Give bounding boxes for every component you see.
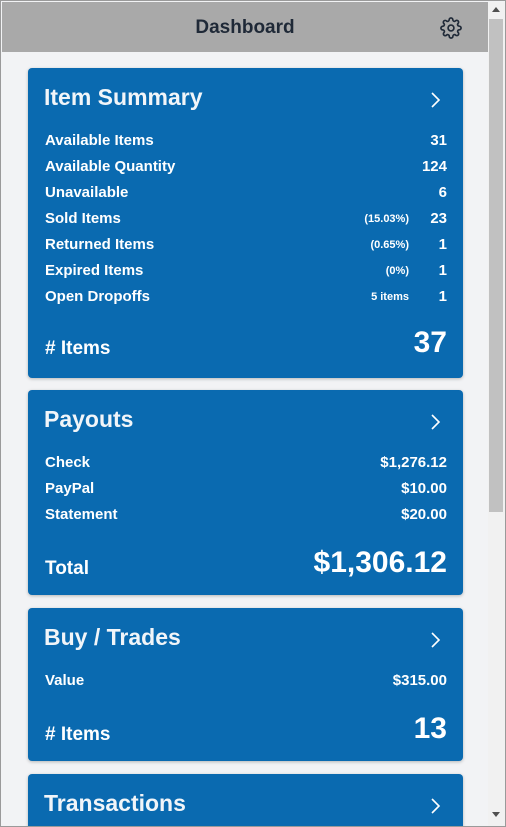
payouts-total: Total $1,306.12 (45, 544, 447, 580)
buy-trades-card[interactable]: Buy / Trades Value $315.00 # Items 13 (28, 608, 463, 761)
app-window: Dashboard Item Summary Available Items 3… (0, 0, 506, 827)
scroll-down-arrow-icon[interactable] (492, 812, 500, 817)
total-value: 13 (413, 712, 447, 745)
chevron-right-icon[interactable] (428, 412, 442, 432)
payouts-card[interactable]: Payouts Check $1,276.12 PayPal $10.00 St… (28, 390, 463, 595)
percentage-note: (15.03%) (364, 213, 409, 225)
item-summary-row: Open Dropoffs 5 items 1 (45, 288, 447, 305)
total-label: # Items (45, 724, 111, 745)
percentage-note: (0%) (385, 265, 409, 277)
transactions-title: Transactions (44, 790, 186, 816)
total-label: # Items (45, 338, 111, 359)
buy-trades-row: Value $315.00 (45, 672, 447, 689)
total-value: 37 (413, 326, 447, 359)
item-summary-row: Expired Items (0%) 1 (45, 262, 447, 279)
item-summary-card[interactable]: Item Summary Available Items 31 Availabl… (28, 68, 463, 378)
payout-row: PayPal $10.00 (45, 480, 447, 497)
payout-row: Statement $20.00 (45, 506, 447, 523)
percentage-note: (0.65%) (370, 239, 409, 251)
vertical-scrollbar[interactable] (488, 2, 505, 826)
scroll-up-arrow-icon[interactable] (492, 7, 500, 12)
payout-row: Check $1,276.12 (45, 454, 447, 471)
item-summary-row: Unavailable 6 (45, 184, 447, 201)
item-summary-title: Item Summary (44, 84, 203, 110)
dashboard-content: Item Summary Available Items 31 Availabl… (2, 52, 488, 826)
item-summary-row: Sold Items (15.03%) 23 (45, 210, 447, 227)
chevron-right-icon[interactable] (428, 796, 442, 816)
buy-trades-title: Buy / Trades (44, 624, 181, 650)
item-summary-row: Available Items 31 (45, 132, 447, 149)
total-value: $1,306.12 (313, 546, 447, 579)
gear-icon[interactable] (440, 17, 462, 39)
items-count-note: 5 items (371, 291, 409, 303)
buy-trades-total: # Items 13 (45, 710, 447, 746)
item-summary-row: Returned Items (0.65%) 1 (45, 236, 447, 253)
chevron-right-icon[interactable] (428, 90, 442, 110)
item-summary-row: Available Quantity 124 (45, 158, 447, 175)
transactions-card[interactable]: Transactions (28, 774, 463, 826)
page-title: Dashboard (195, 17, 295, 38)
chevron-right-icon[interactable] (428, 630, 442, 650)
item-summary-total: # Items 37 (45, 324, 447, 360)
total-label: Total (45, 558, 89, 579)
payouts-title: Payouts (44, 406, 134, 432)
scrollbar-thumb[interactable] (489, 19, 503, 512)
header-bar: Dashboard (2, 2, 488, 52)
